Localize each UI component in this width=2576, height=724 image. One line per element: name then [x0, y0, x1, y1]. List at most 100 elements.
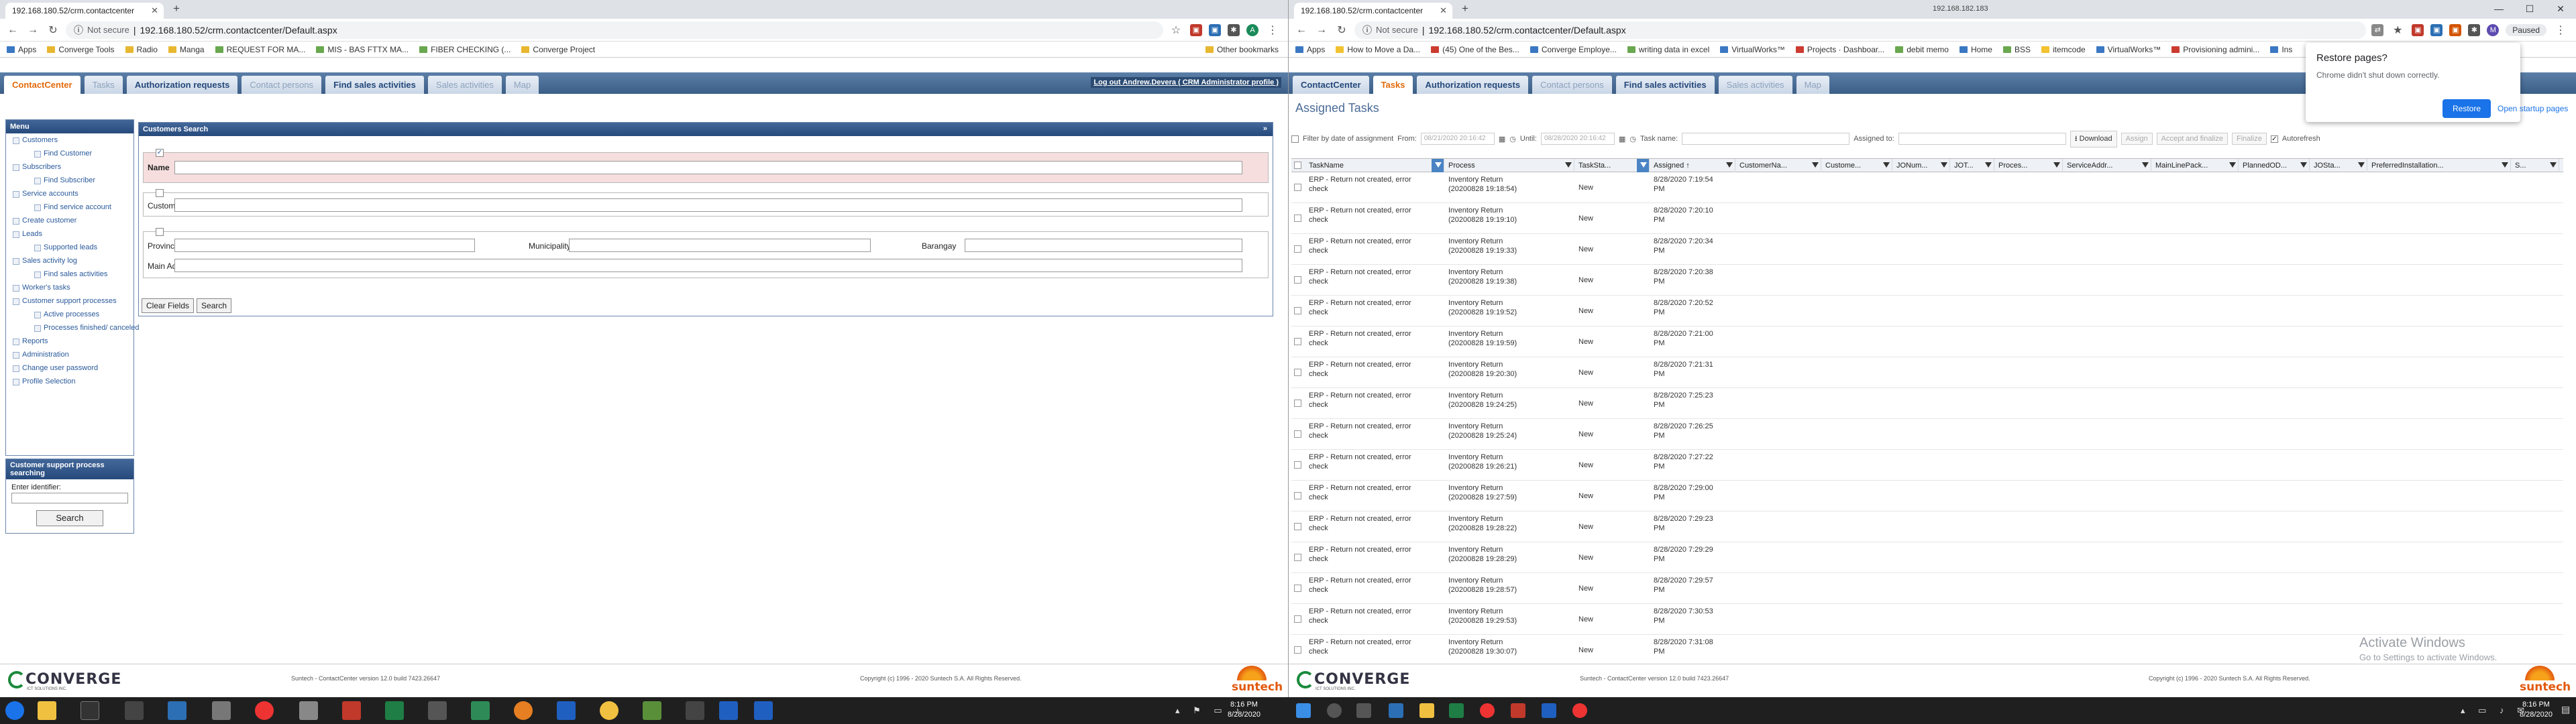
menu-item[interactable]: Service accounts: [6, 187, 133, 200]
column-header[interactable]: JONum...: [1894, 159, 1950, 172]
task-view-icon[interactable]: [1356, 703, 1371, 718]
uipath-icon[interactable]: [754, 701, 773, 720]
row-checkbox[interactable]: [1294, 615, 1301, 623]
uipath-icon[interactable]: [719, 701, 738, 720]
bookmark-item[interactable]: Ins: [2270, 45, 2292, 54]
maximize-icon[interactable]: ☐: [2514, 0, 2545, 19]
tab-tasks[interactable]: Tasks: [1373, 76, 1413, 94]
extension-icon[interactable]: ▣: [2430, 23, 2443, 36]
tab-map[interactable]: Map: [1796, 76, 1829, 94]
table-row[interactable]: ERP - Return not created, error check Inv…: [1291, 573, 2563, 604]
excel-icon[interactable]: [385, 701, 404, 720]
menu-item[interactable]: Find Subscriber: [6, 174, 133, 187]
table-row[interactable]: ERP - Return not created, error check Inv…: [1291, 326, 2563, 357]
table-row[interactable]: ERP - Return not created, error check Inv…: [1291, 481, 2563, 511]
menu-item[interactable]: Change user password: [6, 361, 133, 375]
bookmark-item[interactable]: FIBER CHECKING (...: [419, 45, 511, 54]
column-header[interactable]: PreferredInstallation...: [2369, 159, 2511, 172]
bookmark-item[interactable]: REQUEST FOR MA...: [215, 45, 305, 54]
close-tab-icon[interactable]: ✕: [151, 5, 158, 16]
app-icon[interactable]: [686, 701, 704, 720]
bookmark-apps[interactable]: Apps: [7, 45, 36, 54]
file-explorer-icon[interactable]: [1419, 703, 1434, 718]
bookmark-item[interactable]: VirtualWorks™: [2096, 45, 2161, 54]
column-header[interactable]: TaskSta...: [1576, 159, 1650, 172]
column-header[interactable]: Proces...: [1996, 159, 2063, 172]
logout-link[interactable]: Log out Andrew.Devera ( CRM Administrato…: [1091, 77, 1281, 88]
bookmark-item[interactable]: How to Move a Da...: [1336, 45, 1420, 54]
finalize-button[interactable]: Finalize: [2231, 133, 2267, 145]
tab-sales-activities[interactable]: Sales activities: [1718, 76, 1792, 94]
download-button[interactable]: ⭳ Download: [2070, 130, 2117, 147]
app-icon[interactable]: [514, 701, 533, 720]
chrome-icon[interactable]: [1480, 703, 1495, 718]
clock-icon[interactable]: ◷: [1509, 135, 1516, 143]
row-checkbox[interactable]: [1294, 276, 1301, 284]
column-header[interactable]: CustomerNa...: [1737, 159, 1821, 172]
bookmark-item[interactable]: MIS - BAS FTTX MA...: [316, 45, 409, 54]
menu-item[interactable]: Subscribers: [6, 160, 133, 174]
filter-icon[interactable]: [2550, 162, 2557, 168]
clock[interactable]: 8:16 PM 8/28/2020: [1228, 700, 1260, 720]
customer-id-input[interactable]: [174, 198, 1242, 212]
extension-icon[interactable]: ▣: [2449, 23, 2462, 36]
uipath-icon[interactable]: [1542, 703, 1556, 718]
browser-tab[interactable]: 192.168.180.52/crm.contactcenter ✕: [1294, 3, 1452, 19]
app-icon[interactable]: [299, 701, 318, 720]
tab-authorization-requests[interactable]: Authorization requests: [126, 76, 238, 94]
chrome-icon[interactable]: [255, 701, 274, 720]
assigned-to-input[interactable]: [1898, 133, 2066, 145]
csp-search-button[interactable]: Search: [36, 510, 103, 526]
row-checkbox[interactable]: [1294, 523, 1301, 530]
menu-item[interactable]: Find sales activities: [6, 267, 133, 281]
accept-finalize-button[interactable]: Accept and finalize: [2156, 133, 2228, 145]
assign-button[interactable]: Assign: [2121, 133, 2153, 145]
table-row[interactable]: ERP - Return not created, error check Inv…: [1291, 450, 2563, 481]
bookmark-item[interactable]: Provisioning admini...: [2171, 45, 2259, 54]
tab-find-sales-activities[interactable]: Find sales activities: [1615, 76, 1715, 94]
app-icon[interactable]: [600, 701, 619, 720]
puzzle-icon[interactable]: ✱: [2468, 23, 2481, 36]
menu-item[interactable]: Customer support processes: [6, 294, 133, 308]
row-checkbox[interactable]: [1294, 400, 1301, 407]
row-checkbox[interactable]: [1294, 646, 1301, 654]
menu-item[interactable]: Create customer: [6, 214, 133, 227]
filter-icon[interactable]: [1812, 162, 1819, 168]
other-bookmarks[interactable]: Other bookmarks: [1205, 45, 1279, 54]
calendar-icon[interactable]: ▦: [1499, 135, 1505, 143]
extension-icon[interactable]: ▣: [2412, 23, 2424, 36]
menu-dots-icon[interactable]: ⋮: [1265, 23, 1280, 37]
column-header[interactable]: MainLinePack...: [2153, 159, 2239, 172]
app-icon[interactable]: [168, 701, 186, 720]
tab-contact-persons[interactable]: Contact persons: [1532, 76, 1612, 94]
browser-tab[interactable]: 192.168.180.52/crm.contactcenter ✕: [5, 3, 164, 19]
row-checkbox[interactable]: [1294, 184, 1301, 191]
filter-icon[interactable]: [2358, 162, 2365, 168]
select-all-checkbox[interactable]: [1294, 162, 1301, 169]
menu-item[interactable]: Find Customer: [6, 147, 133, 160]
restore-button[interactable]: Restore: [2443, 99, 2491, 118]
table-row[interactable]: ERP - Return not created, error check Inv…: [1291, 604, 2563, 635]
menu-item[interactable]: Active processes: [6, 308, 133, 321]
tab-contactcenter[interactable]: ContactCenter: [4, 76, 80, 94]
row-checkbox[interactable]: [1294, 461, 1301, 469]
forward-icon[interactable]: →: [25, 24, 40, 36]
column-header[interactable]: JOT...: [1951, 159, 1994, 172]
chrome-icon[interactable]: [1572, 703, 1587, 718]
forward-icon[interactable]: →: [1314, 24, 1329, 36]
row-checkbox[interactable]: [1294, 554, 1301, 561]
bookmark-item[interactable]: Converge Employe...: [1529, 45, 1617, 54]
column-header[interactable]: Assigned ↑: [1651, 159, 1735, 172]
app-icon[interactable]: [1389, 703, 1403, 718]
app-icon[interactable]: [428, 701, 447, 720]
search-button[interactable]: Search: [197, 298, 232, 313]
filter-icon[interactable]: [1640, 162, 1647, 168]
terminal-icon[interactable]: [80, 701, 99, 720]
column-header[interactable]: JOSta...: [2311, 159, 2367, 172]
bookmark-item[interactable]: writing data in excel: [1627, 45, 1709, 54]
address-checkbox[interactable]: [156, 228, 164, 236]
minimize-icon[interactable]: —: [2483, 0, 2514, 19]
table-row[interactable]: ERP - Return not created, error check Inv…: [1291, 234, 2563, 265]
menu-item[interactable]: Find service account: [6, 200, 133, 214]
calendar-icon[interactable]: ▦: [1619, 135, 1625, 143]
